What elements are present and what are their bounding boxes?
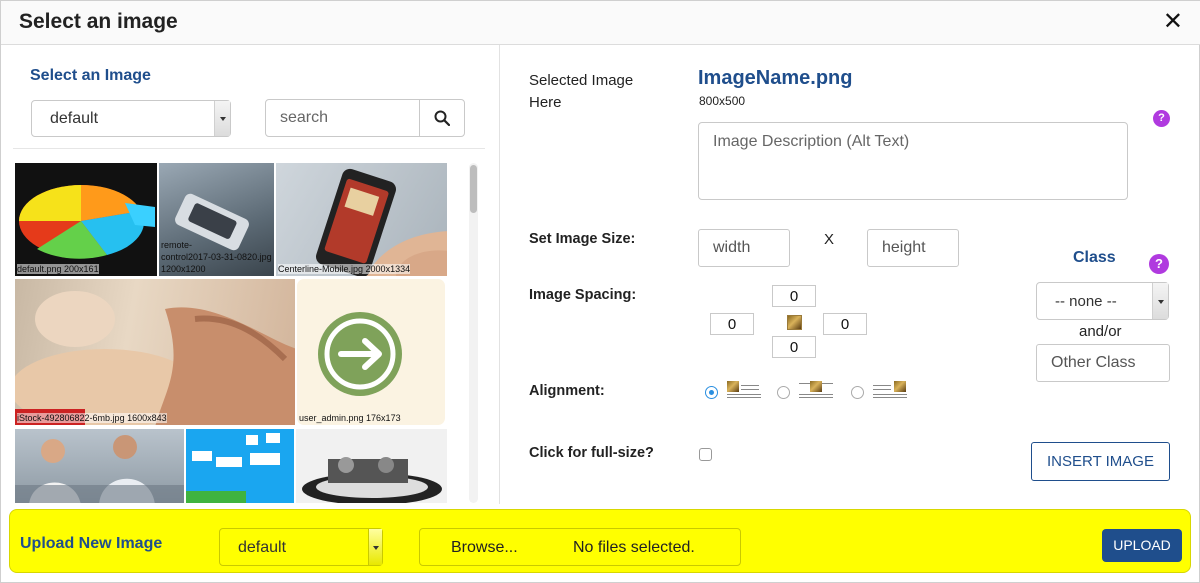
- upload-button[interactable]: UPLOAD: [1102, 529, 1182, 562]
- image-dimensions: 800x500: [699, 94, 746, 108]
- align-center-icon: [799, 380, 833, 398]
- alt-text-field[interactable]: [698, 122, 1128, 200]
- search-button[interactable]: [419, 100, 464, 136]
- close-icon[interactable]: ✕: [1163, 9, 1183, 35]
- full-size-label: Click for full-size?: [529, 445, 654, 461]
- alignment-label: Alignment:: [529, 383, 605, 399]
- chevron-down-icon: [214, 101, 230, 136]
- image-spacing-label: Image Spacing:: [529, 287, 637, 303]
- width-input[interactable]: [698, 229, 790, 267]
- other-class-input[interactable]: [1036, 344, 1170, 382]
- upload-folder-select[interactable]: default: [219, 528, 383, 566]
- upload-heading: Upload New Image: [20, 535, 163, 552]
- spacing-preview-icon: [787, 315, 802, 330]
- sky-clouds-thumbnail: [186, 433, 280, 503]
- thumbnail-image[interactable]: [14, 428, 185, 504]
- search-input[interactable]: [266, 100, 420, 136]
- class-heading: Class: [1073, 249, 1116, 266]
- machine-parts-thumbnail: [302, 457, 442, 503]
- spacing-left-input[interactable]: [710, 313, 754, 335]
- spacing-bottom-input[interactable]: [772, 336, 816, 358]
- align-left-icon: [727, 380, 761, 398]
- selected-image-label: Selected Image Here: [529, 72, 634, 111]
- thumbnail-image[interactable]: [185, 428, 295, 504]
- thumbnail-image[interactable]: default.png 200x161: [14, 162, 158, 277]
- thumbnail-caption: user_admin.png 176x173: [299, 413, 401, 423]
- image-size-label: Set Image Size:: [529, 231, 636, 247]
- chevron-down-icon: [1152, 283, 1168, 319]
- thumbnail-image[interactable]: [295, 428, 448, 504]
- align-left-radio[interactable]: [705, 386, 718, 399]
- file-status: No files selected.: [573, 539, 695, 556]
- thumbnail-caption: control2017-03-31-0820.jpg: [161, 252, 272, 262]
- image-gallery: default.png 200x161 remote- control2017-…: [14, 162, 466, 504]
- thumbnail-caption: default.png 200x161: [17, 264, 99, 274]
- upload-folder-value: default: [238, 539, 287, 556]
- business-people-thumbnail: [15, 435, 184, 503]
- and-or-label: and/or: [1079, 323, 1122, 340]
- spacing-top-input[interactable]: [772, 285, 816, 307]
- cpr-training-thumbnail: [15, 291, 295, 425]
- pie-chart-thumbnail: [19, 184, 155, 259]
- select-image-dialog: Select an image ✕ Select an Image defaul…: [0, 0, 1200, 583]
- folder-select[interactable]: default: [31, 100, 231, 137]
- dialog-title: Select an image: [19, 10, 178, 33]
- help-icon[interactable]: ?: [1153, 110, 1170, 127]
- thumbnail-image[interactable]: Centerline-Mobile.jpg 2000x1334: [275, 162, 448, 277]
- image-name: ImageName.png: [698, 67, 853, 89]
- thumbnail-caption: remote-: [161, 240, 193, 250]
- upload-bar: Upload New Image default Browse... No fi…: [9, 509, 1191, 573]
- align-center-radio[interactable]: [777, 386, 790, 399]
- insert-image-button[interactable]: INSERT IMAGE: [1031, 442, 1170, 481]
- folder-select-value: default: [50, 110, 99, 127]
- thumbnail-caption: 1200x1200: [161, 264, 206, 274]
- class-select[interactable]: -- none --: [1036, 282, 1169, 320]
- align-right-icon: [873, 380, 907, 398]
- chevron-down-icon: [368, 529, 382, 565]
- search-icon: [434, 110, 450, 126]
- thumbnail-image[interactable]: remote- control2017-03-31-0820.jpg 1200x…: [158, 162, 275, 277]
- size-separator: X: [824, 231, 835, 248]
- arrow-circle-icon: [318, 312, 402, 396]
- align-right-radio[interactable]: [851, 386, 864, 399]
- gallery-scrollbar[interactable]: [469, 163, 478, 503]
- search-box: [265, 99, 465, 137]
- image-library-pane: Select an Image default search default.p…: [1, 45, 500, 504]
- phone-in-hand-thumbnail: [316, 168, 447, 276]
- dialog-title-bar: Select an image ✕: [1, 1, 1200, 45]
- scrollbar-thumb[interactable]: [470, 165, 477, 213]
- class-select-value: -- none --: [1055, 293, 1117, 310]
- thumbnail-image[interactable]: iStock-492806822-6mb.jpg 1600x843: [14, 278, 296, 426]
- help-icon[interactable]: ?: [1149, 254, 1169, 274]
- thumbnail-caption: iStock-492806822-6mb.jpg 1600x843: [17, 413, 167, 423]
- thumbnail-image[interactable]: user_admin.png 176x173: [296, 278, 446, 426]
- height-input[interactable]: [867, 229, 959, 267]
- divider: [13, 148, 485, 149]
- browse-button[interactable]: Browse...: [451, 539, 518, 557]
- thumbnail-caption: Centerline-Mobile.jpg 2000x1334: [278, 264, 411, 274]
- spacing-right-input[interactable]: [823, 313, 867, 335]
- full-size-checkbox[interactable]: [699, 448, 712, 461]
- file-picker[interactable]: Browse... No files selected.: [419, 528, 741, 566]
- image-details-pane: Selected Image Here ImageName.png 800x50…: [501, 45, 1200, 504]
- library-heading: Select an Image: [30, 67, 151, 84]
